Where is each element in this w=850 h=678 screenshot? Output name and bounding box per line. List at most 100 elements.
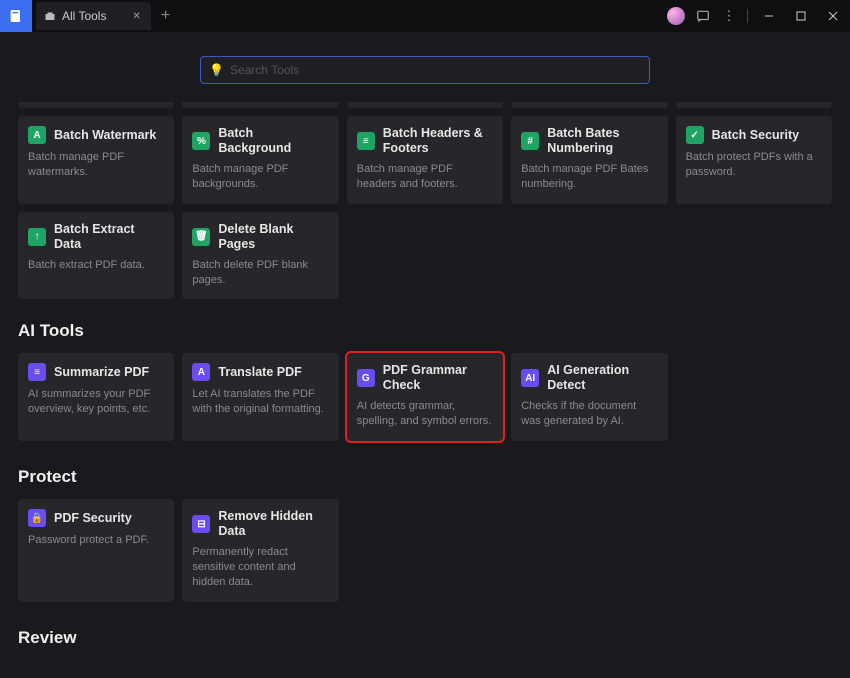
card-pdf-security[interactable]: 🔒 PDF Security Password protect a PDF. xyxy=(18,499,174,602)
new-tab-button[interactable]: + xyxy=(151,7,180,25)
card-summarize-pdf[interactable]: ≡Summarize PDF AI summarizes your PDF ove… xyxy=(18,353,174,441)
divider xyxy=(747,9,748,23)
card-delete-blank-pages[interactable]: 🗑 Delete Blank Pages Batch delete PDF blan… xyxy=(182,212,338,300)
card-batch-watermark[interactable]: A Batch Watermark Batch manage PDF waterma… xyxy=(18,116,174,204)
translate-pdf-icon: A xyxy=(192,363,210,381)
icon-glyph: 🗑 xyxy=(195,231,208,242)
card-desc: Permanently redact sensitive content and… xyxy=(192,545,328,590)
card-stub xyxy=(511,102,667,108)
app-icon[interactable] xyxy=(0,0,32,32)
delete-blank-pages-icon: 🗑 xyxy=(192,228,210,246)
content: 💡 A Batch Watermark Batch manage PDF water… xyxy=(0,32,850,678)
icon-glyph: G xyxy=(362,373,370,384)
card-desc: AI summarizes your PDF overview, key poi… xyxy=(28,387,164,417)
section-title-ai: AI Tools xyxy=(18,321,832,341)
card-stub xyxy=(676,102,832,108)
card-title: PDF Grammar Check xyxy=(383,363,493,393)
card-desc: Batch manage PDF backgrounds. xyxy=(192,162,328,192)
previous-row-peek xyxy=(18,102,832,108)
minimize-button[interactable] xyxy=(758,5,780,27)
batch-watermark-icon: A xyxy=(28,126,46,144)
card-head: ≡Summarize PDF xyxy=(28,363,164,381)
card-title: Batch Background xyxy=(218,126,328,156)
card-desc: Batch extract PDF data. xyxy=(28,258,164,273)
remove-hidden-data-icon: ⊟ xyxy=(192,515,210,533)
card-head: #Batch Bates Numbering xyxy=(521,126,657,156)
close-icon[interactable]: ✕ xyxy=(132,11,140,22)
ai-grid: ≡Summarize PDF AI summarizes your PDF ove… xyxy=(18,353,832,441)
batch-grid: A Batch Watermark Batch manage PDF waterma… xyxy=(18,116,832,299)
card-batch-headers-footers[interactable]: ≡Batch Headers & FootersBatch manage PDF… xyxy=(347,116,503,204)
card-desc: Checks if the document was generated by … xyxy=(521,399,657,429)
card-batch-extract-data[interactable]: ↑ Batch Extract Data Batch extract PDF dat… xyxy=(18,212,174,300)
tab-all-tools[interactable]: All Tools ✕ xyxy=(36,2,151,30)
card-head: ↑ Batch Extract Data xyxy=(28,222,164,252)
card-desc: Batch manage PDF Bates numbering. xyxy=(521,162,657,192)
icon-glyph: % xyxy=(197,136,206,147)
card-stub xyxy=(182,102,338,108)
card-title: AI Generation Detect xyxy=(547,363,657,393)
more-icon[interactable]: ⋮ xyxy=(721,8,737,24)
card-title: Batch Bates Numbering xyxy=(547,126,657,156)
icon-glyph: AI xyxy=(525,373,535,384)
batch-headers-footers-icon: ≡ xyxy=(357,132,375,150)
batch-extract-data-icon: ↑ xyxy=(28,228,46,246)
toolbox-icon xyxy=(44,10,56,22)
card-title: Delete Blank Pages xyxy=(218,222,328,252)
card-title: Batch Headers & Footers xyxy=(383,126,493,156)
card-desc: Password protect a PDF. xyxy=(28,533,164,548)
pdf-security-icon: 🔒 xyxy=(28,509,46,527)
icon-glyph: ≡ xyxy=(363,136,369,147)
card-desc: Batch delete PDF blank pages. xyxy=(192,258,328,288)
ai-generation-detect-icon: AI xyxy=(521,369,539,387)
card-head: ✓ Batch Security xyxy=(686,126,822,144)
card-batch-background[interactable]: % Batch Background Batch manage PDF backgr… xyxy=(182,116,338,204)
card-title: PDF Security xyxy=(54,511,132,526)
card-head: A Batch Watermark xyxy=(28,126,164,144)
card-stub xyxy=(18,102,174,108)
card-head: A Translate PDF xyxy=(192,363,328,381)
titlebar-right: ⋮ xyxy=(667,5,850,27)
summarize-pdf-icon: ≡ xyxy=(28,363,46,381)
section-title-protect: Protect xyxy=(18,467,832,487)
search-wrap: 💡 xyxy=(18,32,832,102)
card-head: ≡ Batch Headers & Footers xyxy=(357,126,493,156)
search-input[interactable] xyxy=(230,63,641,77)
card-head: 🗑 Delete Blank Pages xyxy=(192,222,328,252)
card-head: % Batch Background xyxy=(192,126,328,156)
pdf-grammar-check-icon: G xyxy=(357,369,375,387)
icon-glyph: 🔒 xyxy=(31,513,43,524)
card-title: Batch Security xyxy=(712,128,800,143)
card-batch-bates-numbering[interactable]: #Batch Bates Numbering Batch manage PDF B… xyxy=(511,116,667,204)
close-button[interactable] xyxy=(822,5,844,27)
card-translate-pdf[interactable]: ATranslate PDFLet AI translates the PDF … xyxy=(182,353,338,441)
protect-grid: 🔒 PDF Security Password protect a PDF. ⊟ Rem… xyxy=(18,499,832,602)
card-desc: Batch protect PDFs with a password. xyxy=(686,150,822,180)
card-batch-security[interactable]: ✓ Batch Security Batch protect PDFs with a… xyxy=(676,116,832,204)
message-icon[interactable] xyxy=(695,8,711,24)
section-title-review: Review xyxy=(18,628,832,648)
icon-glyph: ⊟ xyxy=(197,519,205,530)
card-title: Remove Hidden Data xyxy=(218,509,328,539)
card-desc: AI detects grammar, spelling, and symbol… xyxy=(357,399,493,429)
maximize-button[interactable] xyxy=(790,5,812,27)
search-box[interactable]: 💡 xyxy=(200,56,650,84)
icon-glyph: A xyxy=(198,367,205,378)
card-title: Batch Watermark xyxy=(54,128,156,143)
icon-glyph: ↑ xyxy=(35,231,40,242)
card-ai-generation-detect[interactable]: AI AI Generation Detect Checks if the docu… xyxy=(511,353,667,441)
search-icon: 💡 xyxy=(209,63,224,77)
card-title: Translate PDF xyxy=(218,365,301,380)
card-head: G PDF Grammar Check xyxy=(357,363,493,393)
icon-glyph: A xyxy=(33,130,40,141)
icon-glyph: ≡ xyxy=(34,367,40,378)
batch-security-icon: ✓ xyxy=(686,126,704,144)
card-title: Batch Extract Data xyxy=(54,222,164,252)
avatar[interactable] xyxy=(667,7,685,25)
card-remove-hidden-data[interactable]: ⊟ Remove Hidden Data Permanently redact se… xyxy=(182,499,338,602)
titlebar-left: All Tools ✕ + xyxy=(0,0,180,32)
batch-background-icon: % xyxy=(192,132,210,150)
card-pdf-grammar-check[interactable]: G PDF Grammar Check AI detects grammar, sp… xyxy=(347,353,503,441)
card-head: ⊟ Remove Hidden Data xyxy=(192,509,328,539)
card-desc: Batch manage PDF watermarks. xyxy=(28,150,164,180)
